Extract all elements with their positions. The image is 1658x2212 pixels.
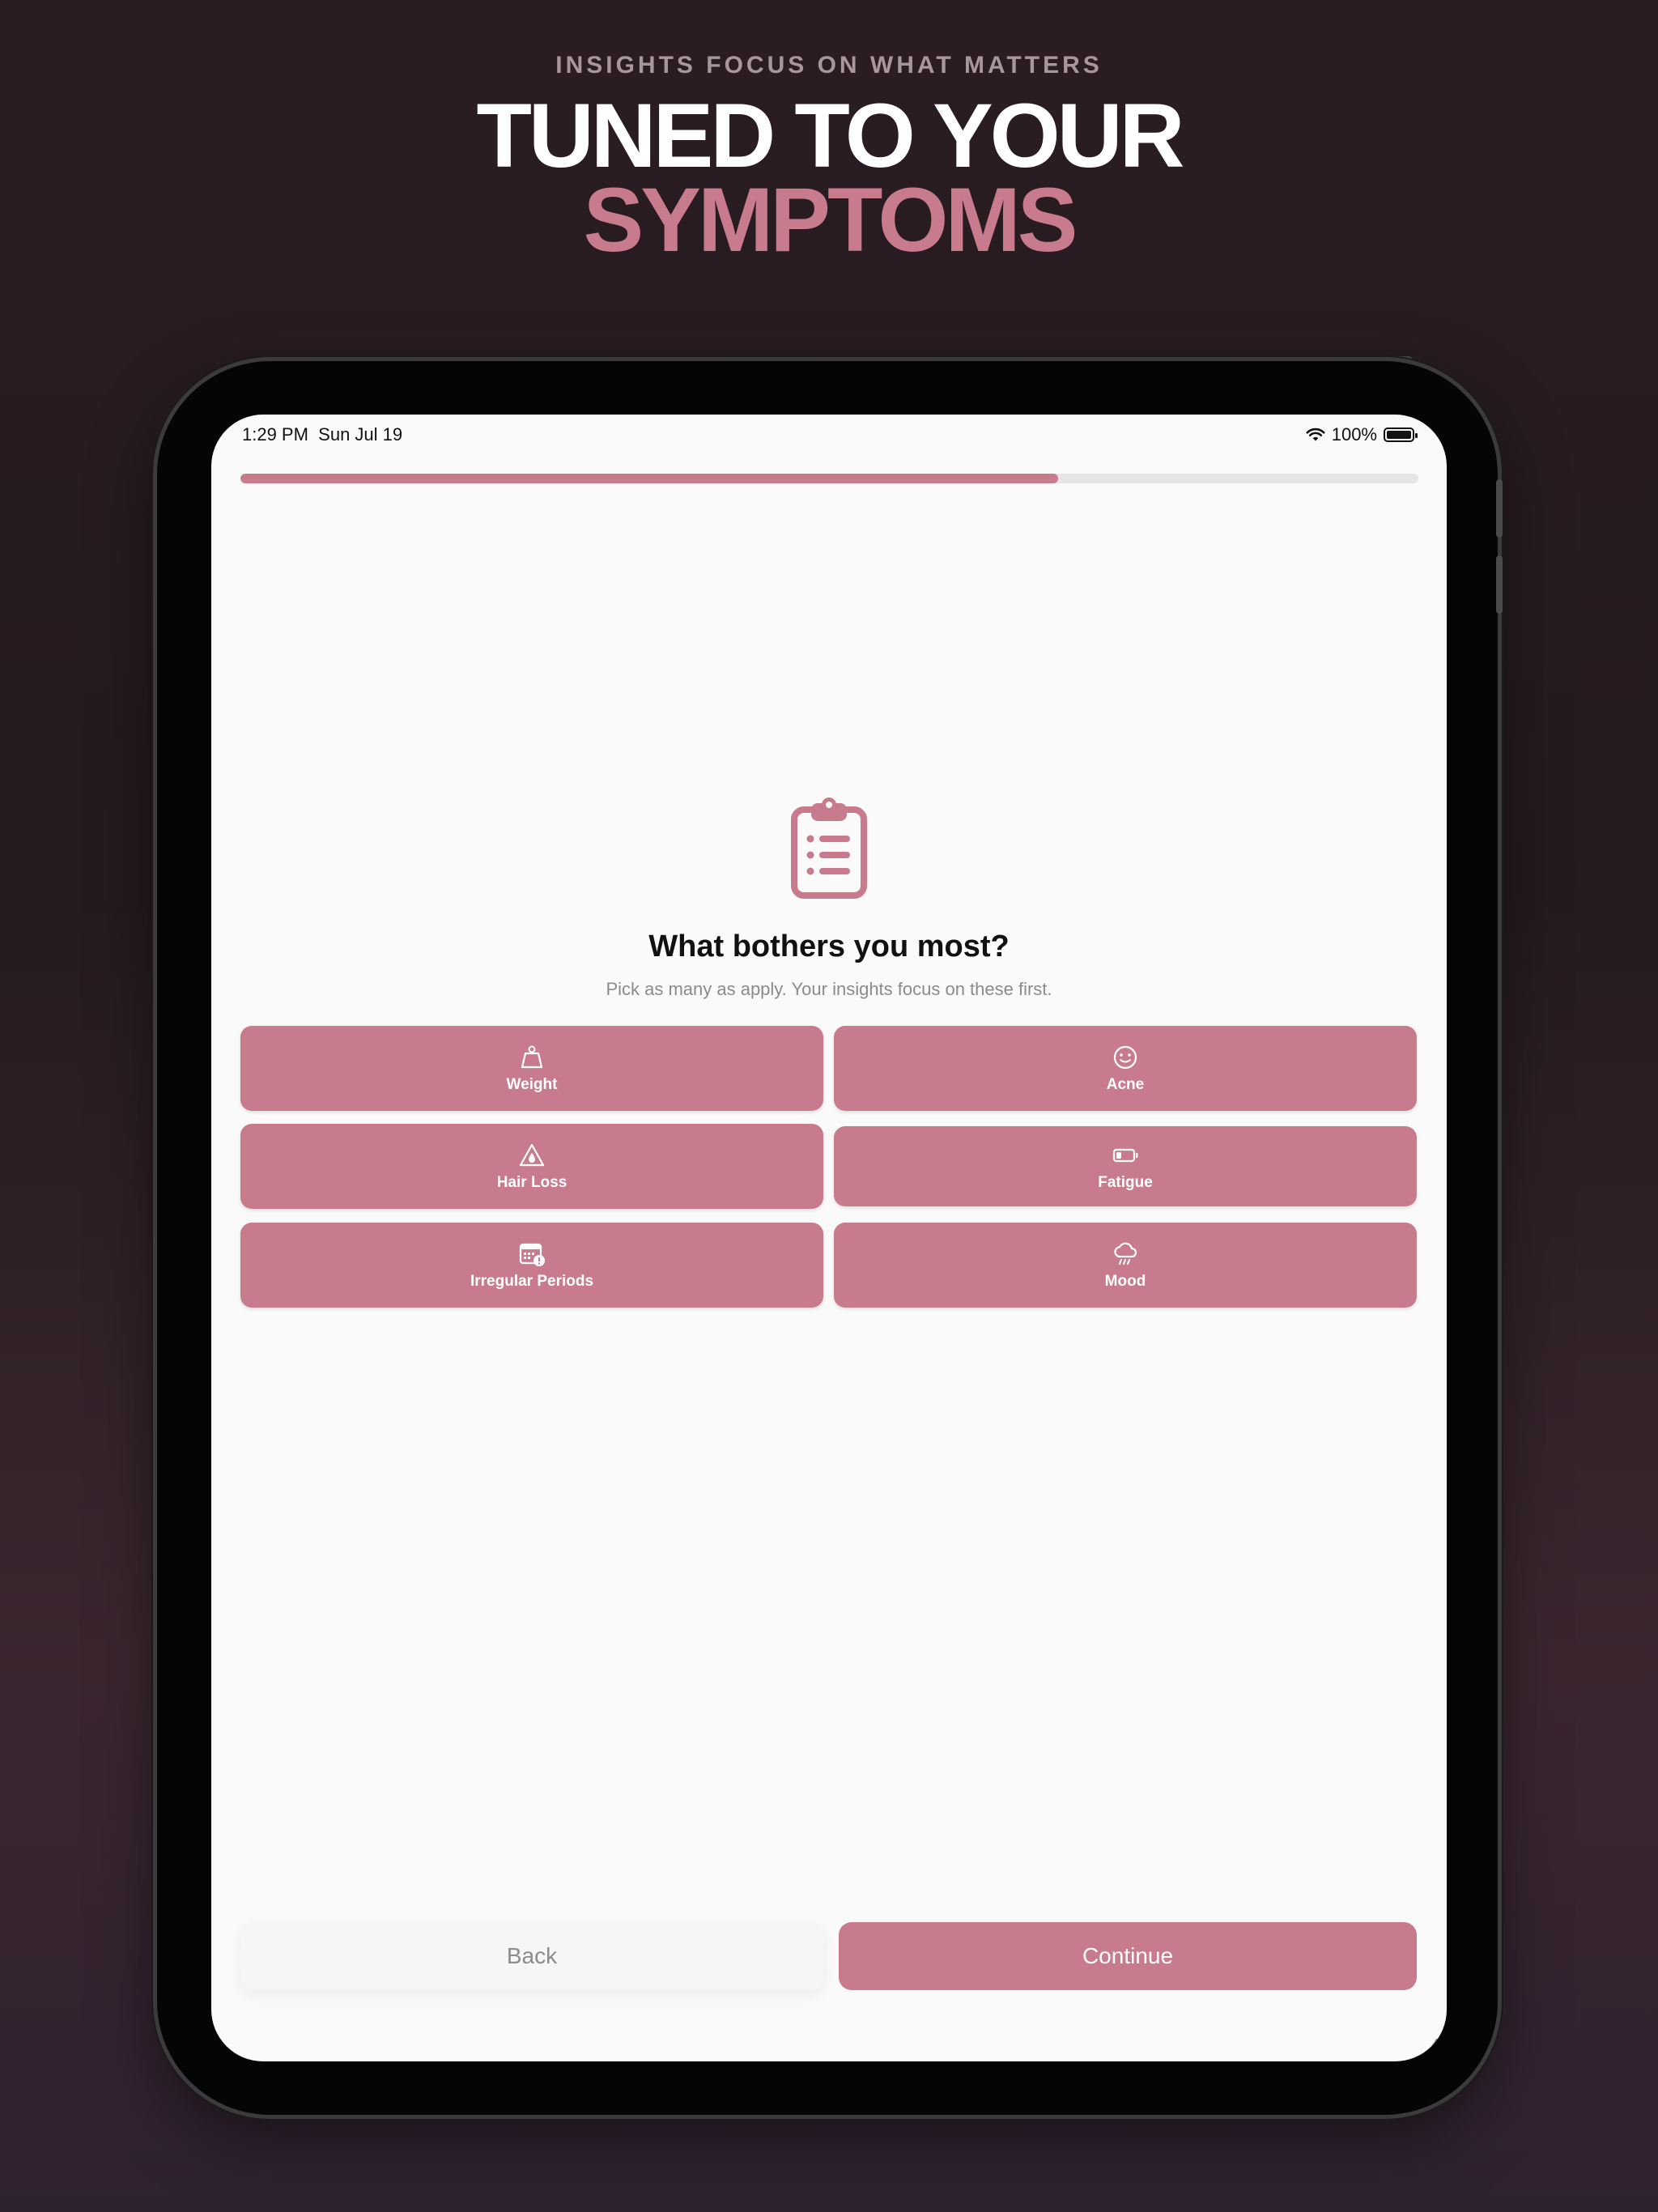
- progress-fill: [240, 474, 1058, 483]
- status-right: 100%: [1306, 424, 1418, 445]
- device-volume-up: [1496, 479, 1503, 538]
- battery-percent: 100%: [1331, 424, 1377, 445]
- back-button[interactable]: Back: [240, 1922, 823, 1990]
- continue-button[interactable]: Continue: [839, 1922, 1417, 1990]
- option-label: Irregular Periods: [470, 1272, 594, 1290]
- status-clock: 1:29 PM: [242, 424, 308, 445]
- calendar-alert-icon: [519, 1243, 545, 1266]
- option-acne[interactable]: Acne: [834, 1026, 1417, 1111]
- scale-weight-icon: [521, 1045, 543, 1068]
- promo-eyebrow: INSIGHTS FOCUS ON WHAT MATTERS: [555, 52, 1103, 79]
- battery-icon: [1384, 428, 1418, 442]
- wifi-icon: [1306, 428, 1325, 441]
- device-volume-down: [1496, 555, 1503, 614]
- question-subtitle: Pick as many as apply. Your insights foc…: [606, 979, 1052, 999]
- option-hair-loss[interactable]: Hair Loss: [240, 1124, 823, 1209]
- option-mood[interactable]: Mood: [834, 1223, 1417, 1308]
- corner-resize-handle: [1414, 2039, 1439, 2060]
- promo-title-line1: TUNED TO YOUR: [476, 85, 1184, 186]
- option-label: Acne: [1106, 1075, 1145, 1093]
- cloud-rain-icon: [1114, 1242, 1137, 1265]
- low-battery-icon: [1112, 1148, 1138, 1162]
- device-screen: 1:29 PM Sun Jul 19 100% What bothers you…: [211, 415, 1447, 2061]
- option-label: Mood: [1104, 1272, 1146, 1290]
- option-label: Hair Loss: [496, 1173, 568, 1191]
- face-icon: [1113, 1045, 1137, 1069]
- option-weight[interactable]: Weight: [240, 1026, 823, 1111]
- status-time: 1:29 PM Sun Jul 19: [242, 424, 402, 445]
- progress-track: [240, 474, 1418, 483]
- option-irregular-periods[interactable]: Irregular Periods: [240, 1223, 823, 1308]
- option-fatigue[interactable]: Fatigue: [834, 1126, 1417, 1206]
- option-label: Weight: [506, 1075, 558, 1093]
- clipboard-list-icon: [791, 798, 867, 899]
- warning-drop-icon: [519, 1143, 545, 1166]
- status-date: Sun Jul 19: [318, 424, 403, 445]
- option-label: Fatigue: [1098, 1173, 1153, 1191]
- promo-title-line2: SYMPTOMS: [583, 169, 1078, 270]
- question-title: What bothers you most?: [648, 929, 1010, 963]
